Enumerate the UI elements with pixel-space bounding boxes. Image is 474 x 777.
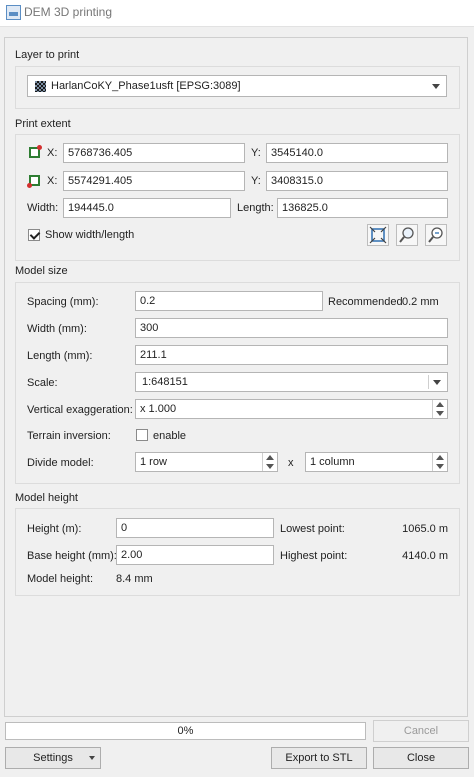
divide-columns-spinbox[interactable]: 1 column <box>305 452 448 472</box>
extent-length-label: Length: <box>237 202 274 214</box>
export-stl-button[interactable]: Export to STL <box>271 747 367 769</box>
divide-columns-value: 1 column <box>310 456 355 468</box>
spin-up-icon <box>266 455 274 460</box>
model-height-section-label: Model height <box>15 492 78 504</box>
terrain-inversion-label: Terrain inversion: <box>27 430 111 442</box>
cancel-button[interactable]: Cancel <box>373 720 469 742</box>
spacing-input[interactable]: 0.2 <box>135 291 323 311</box>
divide-rows-value: 1 row <box>140 456 167 468</box>
y1-input[interactable]: 3545140.0 <box>266 143 448 163</box>
raster-layer-icon <box>35 81 46 92</box>
vertical-exaggeration-spinbox[interactable]: x 1.000 <box>135 399 448 419</box>
spin-up-icon <box>436 402 444 407</box>
title-bar: DEM 3D printing <box>0 0 474 27</box>
extent-from-canvas-icon <box>369 226 387 244</box>
divide-rows-stepper[interactable] <box>262 453 277 471</box>
model-height-value: 8.4 mm <box>116 573 153 585</box>
x2-label: X: <box>47 175 58 187</box>
y2-input[interactable]: 3408315.0 <box>266 171 448 191</box>
height-label: Height (m): <box>27 523 82 535</box>
window-title: DEM 3D printing <box>24 5 113 19</box>
vertical-exaggeration-value: x 1.000 <box>140 403 177 415</box>
base-height-input[interactable]: 2.00 <box>116 545 274 565</box>
zoom-extent-icon <box>428 227 443 243</box>
model-length-input[interactable]: 211.1 <box>135 345 448 365</box>
terrain-inversion-checkbox[interactable] <box>136 429 148 441</box>
recommended-label: Recommended <box>328 296 403 308</box>
divide-x-label: x <box>288 457 294 469</box>
chevron-down-icon <box>433 380 441 385</box>
terrain-inversion-enable-label: enable <box>153 430 187 442</box>
vertical-exaggeration-stepper[interactable] <box>432 400 447 418</box>
x1-label: X: <box>47 147 58 159</box>
scale-combo[interactable]: 1:648151 <box>135 372 448 392</box>
select-extent-icon <box>399 227 414 243</box>
lowest-point-label: Lowest point: <box>280 523 345 535</box>
layer-section-label: Layer to print <box>15 49 80 61</box>
scale-label: Scale: <box>27 377 58 389</box>
x2-input[interactable]: 5574291.405 <box>63 171 245 191</box>
model-width-input[interactable]: 300 <box>135 318 448 338</box>
bottom-right-corner-icon <box>27 175 40 188</box>
progress-bar: 0% <box>5 722 366 740</box>
base-height-label: Base height (mm): <box>27 550 117 562</box>
layer-select-value: HarlanCoKY_Phase1usft [EPSG:3089] <box>51 80 241 92</box>
divide-columns-stepper[interactable] <box>432 453 447 471</box>
lowest-point-value: 1065.0 m <box>402 523 448 535</box>
divide-model-label: Divide model: <box>27 457 94 469</box>
spin-down-icon <box>266 464 274 469</box>
select-extent-button[interactable] <box>396 224 418 246</box>
settings-label: Settings <box>33 752 73 764</box>
model-size-section-label: Model size <box>15 265 68 277</box>
zoom-extent-button[interactable] <box>425 224 447 246</box>
scale-combo-separator <box>428 375 429 389</box>
model-length-label: Length (mm): <box>27 350 93 362</box>
divide-rows-spinbox[interactable]: 1 row <box>135 452 278 472</box>
layer-select[interactable]: HarlanCoKY_Phase1usft [EPSG:3089] <box>27 75 447 97</box>
height-input[interactable]: 0 <box>116 518 274 538</box>
model-height-label: Model height: <box>27 573 94 585</box>
highest-point-label: Highest point: <box>280 550 348 562</box>
extent-section-label: Print extent <box>15 118 71 130</box>
show-width-length-checkbox[interactable] <box>28 229 40 241</box>
chevron-down-icon <box>432 84 440 89</box>
highest-point-value: 4140.0 m <box>402 550 448 562</box>
x1-input[interactable]: 5768736.405 <box>63 143 245 163</box>
app-icon <box>6 5 21 20</box>
chevron-down-icon <box>89 756 95 760</box>
y1-label: Y: <box>251 147 261 159</box>
top-left-corner-icon <box>29 145 42 158</box>
model-width-label: Width (mm): <box>27 323 87 335</box>
extent-length-input[interactable]: 136825.0 <box>277 198 448 218</box>
recommended-value: 0.2 mm <box>402 296 439 308</box>
vertical-exaggeration-label: Vertical exaggeration: <box>27 404 133 416</box>
y2-label: Y: <box>251 175 261 187</box>
settings-button[interactable]: Settings <box>5 747 101 769</box>
scale-value: 1:648151 <box>142 376 188 388</box>
spin-down-icon <box>436 464 444 469</box>
spin-down-icon <box>436 411 444 416</box>
show-width-length-label: Show width/length <box>45 229 135 241</box>
progress-text: 0% <box>177 725 194 737</box>
extent-from-canvas-button[interactable] <box>367 224 389 246</box>
extent-width-label: Width: <box>27 202 59 214</box>
spin-up-icon <box>436 455 444 460</box>
close-button[interactable]: Close <box>373 747 469 769</box>
spacing-label: Spacing (mm): <box>27 296 99 308</box>
extent-width-input[interactable]: 194445.0 <box>63 198 231 218</box>
